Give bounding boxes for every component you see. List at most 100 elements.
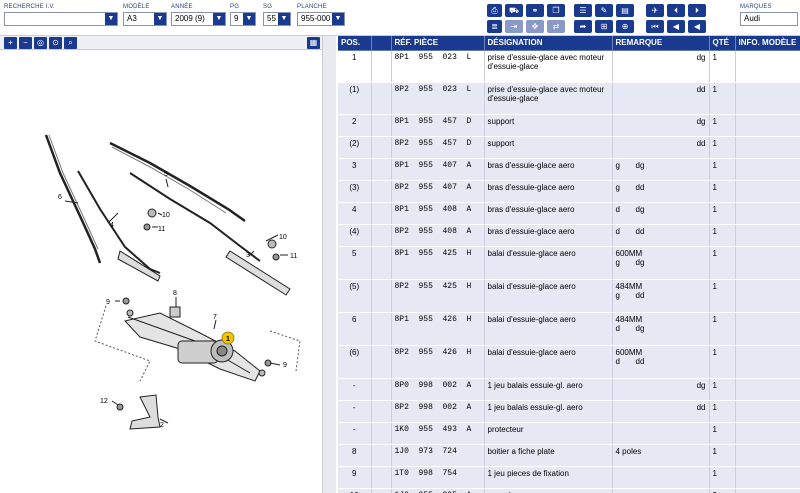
- table-row[interactable]: 5 8P1 955 425 Hbalai d'essuie-glace aero 6…: [338, 246, 800, 280]
- callout-10b[interactable]: 10: [279, 234, 287, 241]
- col-qte[interactable]: QTÉ: [709, 36, 736, 50]
- prev-page-icon[interactable]: ◀: [667, 20, 685, 33]
- cart-edit-icon[interactable]: ✎: [595, 4, 613, 17]
- table-row[interactable]: 3 8P1 955 407 Abras d'essuie-glace aero g …: [338, 158, 800, 181]
- cell-flag: [371, 136, 392, 159]
- annee-select[interactable]: 2009 (9) ▼: [171, 12, 226, 26]
- sg-select[interactable]: 55 ▼: [263, 12, 291, 26]
- zoom-fit-icon[interactable]: ◎: [34, 37, 47, 49]
- marques-group: MARQUES Audi: [740, 3, 798, 26]
- cell-pos: (5): [338, 279, 372, 313]
- table-row[interactable]: 8 1J0 973 724 boitier a fiche plate 4 poles…: [338, 444, 800, 467]
- table-row[interactable]: 2 8P1 955 457 Dsupport dg 1: [338, 114, 800, 137]
- col-designation[interactable]: DÉSIGNATION: [484, 36, 613, 50]
- cell-flag: [371, 345, 392, 379]
- callout-12[interactable]: 12: [100, 398, 108, 405]
- callout-1-highlight[interactable]: 1: [221, 331, 235, 345]
- zoom-out-icon[interactable]: −: [19, 37, 32, 49]
- app-window: RECHERCHE I.V. ▼ MODÈLE A3 ▼ ANNÉE 2009 (…: [0, 0, 800, 493]
- tools-icon[interactable]: ✥: [526, 20, 544, 33]
- cell-ref: 8P1 955 457 D: [391, 114, 485, 137]
- col-remarque[interactable]: REMARQUE: [612, 36, 710, 50]
- col-pos[interactable]: POS.: [338, 36, 372, 50]
- remarque-wrap: 600MM d dd: [616, 348, 706, 366]
- cart-add-icon[interactable]: ⊕: [616, 20, 634, 33]
- cell-qte: 2: [709, 488, 736, 493]
- callout-5[interactable]: 5: [164, 171, 168, 178]
- table-row[interactable]: -8P2 998 002 A1 jeu balais essuie-gl. ae…: [338, 400, 800, 423]
- cart-send-icon[interactable]: ➦: [574, 20, 592, 33]
- table-row[interactable]: (3) 8P2 955 407 Abras d'essuie-glace aero…: [338, 180, 800, 203]
- callout-8[interactable]: 8: [173, 290, 177, 297]
- zoom-in-icon[interactable]: +: [4, 37, 17, 49]
- remarque-left: 600MM d dd: [615, 347, 645, 366]
- cart-basket-icon[interactable]: ⊞: [595, 20, 613, 33]
- callout-7[interactable]: 7: [213, 314, 217, 321]
- callout-6[interactable]: 6: [58, 194, 62, 201]
- callout-3[interactable]: 3: [246, 252, 250, 259]
- recherche-select[interactable]: ▼: [4, 12, 118, 26]
- callout-11b[interactable]: 11: [290, 253, 297, 260]
- callout-2[interactable]: 2: [160, 422, 164, 429]
- table-row[interactable]: 4 8P1 955 408 Abras d'essuie-glace aero d …: [338, 202, 800, 225]
- col-ref[interactable]: RÉF. PIÈCE: [391, 36, 485, 50]
- cell-qte: 1: [709, 49, 736, 83]
- table-row[interactable]: (5) 8P2 955 425 Hbalai d'essuie-glace aer…: [338, 279, 800, 313]
- callout-11a[interactable]: 11: [158, 226, 165, 233]
- cell-flag: [371, 312, 392, 346]
- vehicle-icon[interactable]: ⛟: [505, 4, 523, 17]
- table-row[interactable]: 1 8P1 955 023 Lprise d'essuie-glace avec …: [338, 49, 800, 83]
- table-row[interactable]: -1K0 955 493 Aprotecteur 1: [338, 422, 800, 445]
- table-row[interactable]: 10 1J0 955 205 Acapuchon 2: [338, 488, 800, 493]
- diagram-pane: + − ◎ ⊙ ⌕ ▦ 6 4 5 10 11 3 10 11 9 8 7 9 …: [0, 36, 336, 493]
- callout-9a[interactable]: 9: [106, 299, 110, 306]
- pg-select[interactable]: 9 ▼: [230, 12, 256, 26]
- marques-select[interactable]: Audi: [740, 12, 798, 26]
- table-row[interactable]: 9 1T0 998 754 1 jeu pieces de fixation 1: [338, 466, 800, 489]
- col-info[interactable]: INFO. MODÈLE: [735, 36, 800, 50]
- planche-select[interactable]: 955-000 ▼: [297, 12, 345, 26]
- modele-select[interactable]: A3 ▼: [123, 12, 167, 26]
- splitter-scrollbar[interactable]: [322, 36, 336, 493]
- table-row[interactable]: (6) 8P2 955 426 Hbalai d'essuie-glace aer…: [338, 345, 800, 379]
- cart-view-icon[interactable]: ▤: [616, 4, 634, 17]
- cell-designation: 1 jeu balais essuie-gl. aero: [484, 378, 613, 401]
- table-row[interactable]: (4) 8P2 955 408 Abras d'essuie-glace aero…: [338, 224, 800, 247]
- cart-list-icon[interactable]: ☰: [574, 4, 592, 17]
- copy-icon[interactable]: ❐: [547, 4, 565, 17]
- callout-10a[interactable]: 10: [162, 212, 170, 219]
- cell-flag: [371, 82, 392, 115]
- sheet-next-icon[interactable]: ⏵: [688, 4, 706, 17]
- cell-flag: [371, 114, 392, 137]
- next-page-icon[interactable]: ◀: [688, 20, 706, 33]
- cell-flag: [371, 422, 392, 445]
- swap-icon[interactable]: ⇄: [547, 20, 565, 33]
- forward-icon[interactable]: ⇥: [505, 20, 523, 33]
- pin-icon[interactable]: ✈: [646, 4, 664, 17]
- zoom-area-icon[interactable]: ⌕: [64, 37, 77, 49]
- table-row[interactable]: (1) 8P2 955 023 Lprise d'essuie-glace ave…: [338, 82, 800, 115]
- remarque-right: dg: [696, 116, 706, 126]
- callout-9b[interactable]: 9: [283, 362, 287, 369]
- cell-pos: 8: [338, 444, 372, 467]
- cell-info: [735, 224, 800, 247]
- remarque-right: dd: [696, 84, 706, 94]
- print-icon[interactable]: ⎙: [487, 4, 502, 17]
- table-row[interactable]: 6 8P1 955 426 Hbalai d'essuie-glace aero 4…: [338, 312, 800, 346]
- zoom-reset-icon[interactable]: ⊙: [49, 37, 62, 49]
- cell-info: [735, 488, 800, 493]
- first-page-icon[interactable]: ⏮: [646, 20, 664, 33]
- cell-designation: 1 jeu pieces de fixation: [484, 466, 613, 489]
- list-icon[interactable]: ≣: [487, 20, 502, 33]
- table-row[interactable]: (2) 8P2 955 457 Dsupport dd 1: [338, 136, 800, 159]
- cell-ref: 1T0 998 754: [391, 466, 485, 489]
- link-icon[interactable]: ⚭: [526, 4, 544, 17]
- remarque-right: dg: [696, 380, 706, 390]
- callout-4[interactable]: 4: [110, 222, 114, 229]
- cell-remarque: dd: [612, 400, 710, 423]
- table-row[interactable]: -8P0 998 002 A1 jeu balais essuie-gl. ae…: [338, 378, 800, 401]
- cell-info: [735, 345, 800, 379]
- remarque-wrap: d dd: [616, 227, 706, 236]
- sheet-prev-icon[interactable]: ⏴: [667, 4, 685, 17]
- grid-view-icon[interactable]: ▦: [307, 37, 320, 49]
